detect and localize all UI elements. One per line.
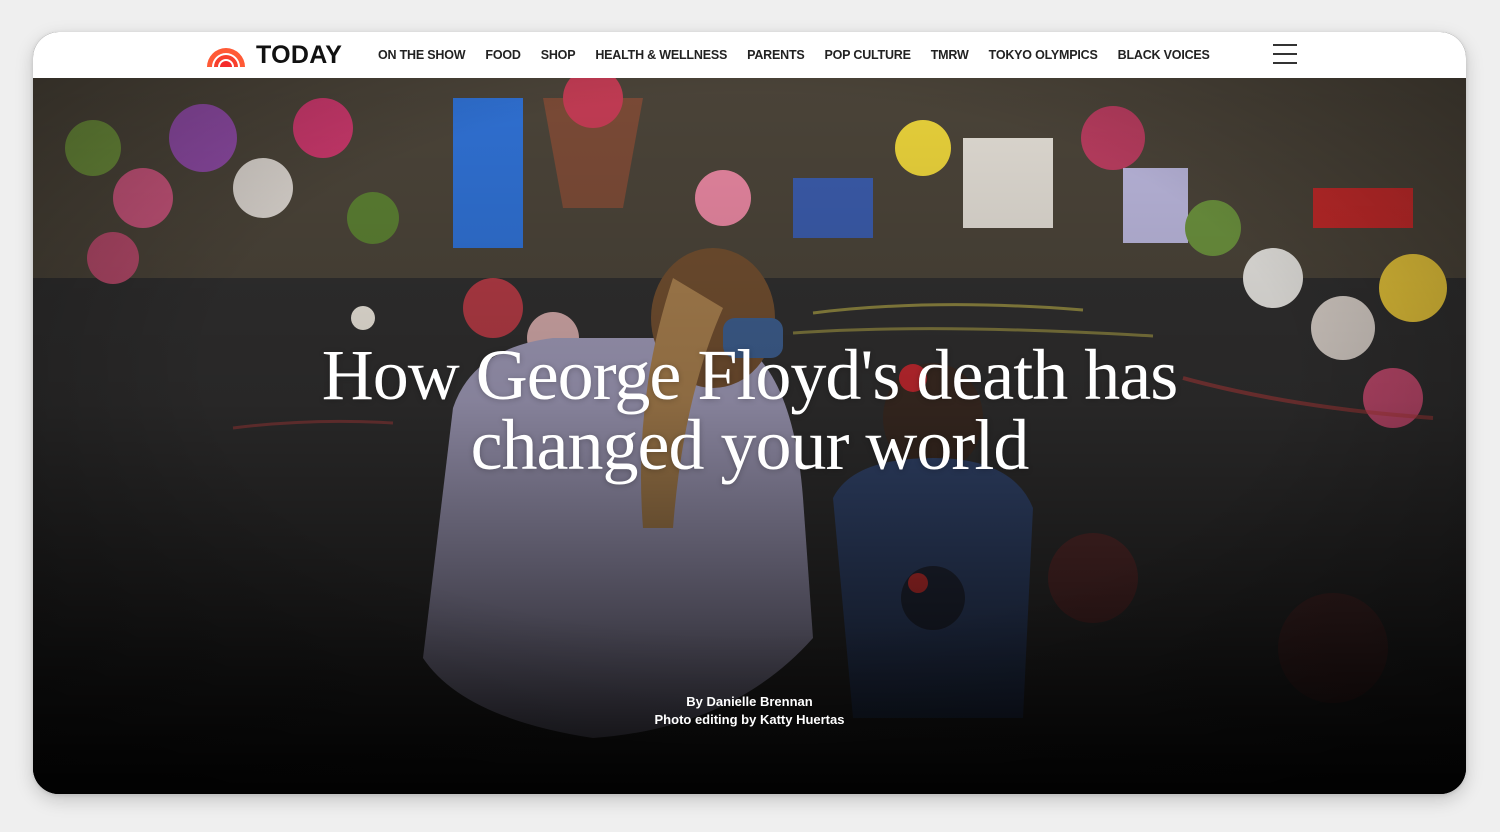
top-navigation-bar: TODAY ON THE SHOW FOOD SHOP HEALTH & WEL… — [33, 32, 1466, 78]
nav-item-tokyo-olympics[interactable]: TOKYO OLYMPICS — [989, 48, 1098, 62]
nav-item-pop-culture[interactable]: POP CULTURE — [825, 48, 911, 62]
rainbow-arc-icon — [207, 48, 245, 67]
nav-item-health-wellness[interactable]: HEALTH & WELLNESS — [595, 48, 727, 62]
photo-credit: Photo editing by Katty Huertas — [654, 712, 845, 727]
headline-line-1: How George Floyd's death has — [321, 335, 1179, 415]
headline-line-2: changed your world — [470, 405, 1030, 485]
article-byline: By Danielle Brennan Photo editing by Kat… — [33, 693, 1466, 729]
today-logo[interactable]: TODAY — [205, 40, 342, 70]
nav-item-shop[interactable]: SHOP — [541, 48, 576, 62]
article-headline: How George Floyd's death has changed you… — [33, 335, 1466, 485]
nav-item-black-voices[interactable]: BLACK VOICES — [1118, 48, 1210, 62]
primary-nav: ON THE SHOW FOOD SHOP HEALTH & WELLNESS … — [378, 32, 1210, 78]
hamburger-menu-icon[interactable] — [1273, 44, 1297, 64]
browser-frame: TODAY ON THE SHOW FOOD SHOP HEALTH & WEL… — [33, 32, 1466, 794]
hero-section: How George Floyd's death has changed you… — [33, 78, 1466, 794]
nav-item-tmrw[interactable]: TMRW — [931, 48, 969, 62]
nav-item-parents[interactable]: PARENTS — [747, 48, 805, 62]
nav-item-on-the-show[interactable]: ON THE SHOW — [378, 48, 466, 62]
author-byline: By Danielle Brennan — [686, 694, 813, 709]
brand-name: TODAY — [256, 40, 343, 69]
nav-item-food[interactable]: FOOD — [485, 48, 521, 62]
